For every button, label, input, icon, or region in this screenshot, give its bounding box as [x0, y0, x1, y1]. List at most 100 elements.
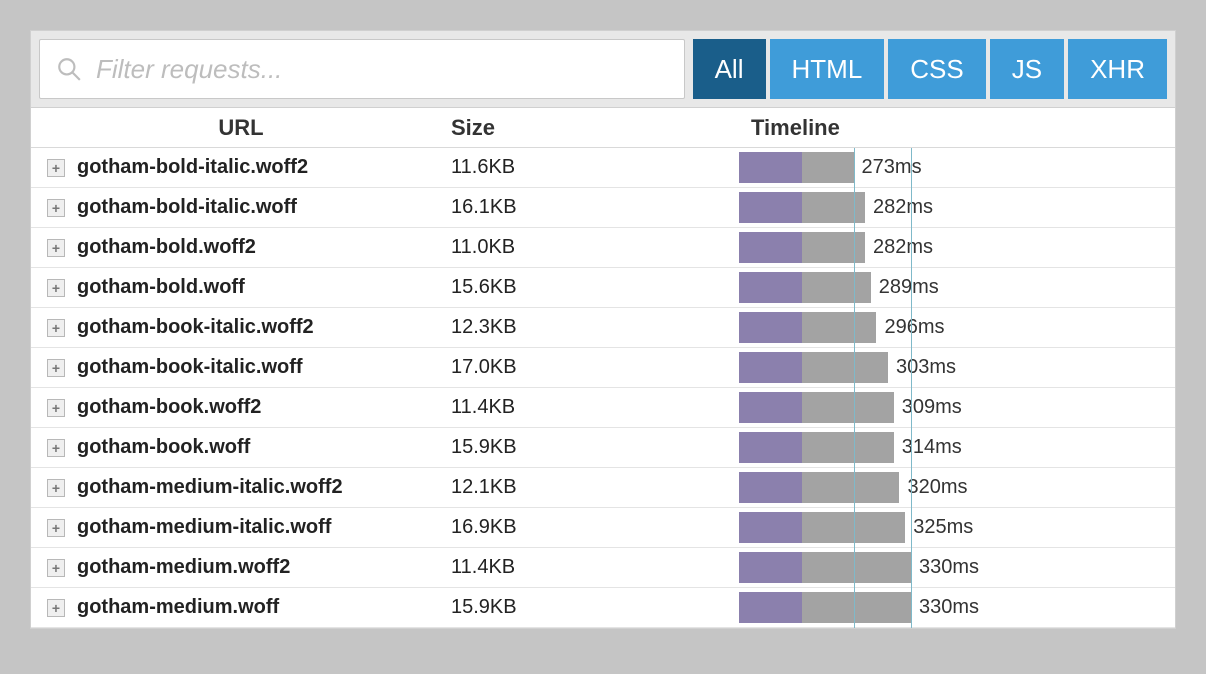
- cell-timeline: 320ms: [601, 468, 1175, 507]
- cell-url: + gotham-book-italic.woff: [31, 356, 451, 379]
- cell-timeline: 282ms: [601, 188, 1175, 227]
- table-row: +gotham-medium-italic.woff16.9KB325ms: [31, 508, 1175, 548]
- timing-bar: [739, 352, 888, 383]
- expand-toggle[interactable]: +: [47, 439, 65, 457]
- duration-label: 282ms: [873, 228, 933, 267]
- timing-bar: [739, 512, 905, 543]
- request-url: gotham-medium.woff: [77, 596, 279, 619]
- cell-size: 17.0KB: [451, 356, 601, 379]
- cell-url: + gotham-medium.woff2: [31, 556, 451, 579]
- table-row: + gotham-bold.woff2 11.0KB 282ms: [31, 228, 1175, 268]
- expand-toggle[interactable]: +: [47, 599, 65, 617]
- filter-tab-css[interactable]: CSS: [888, 39, 985, 99]
- expand-toggle[interactable]: +: [47, 279, 65, 297]
- expand-toggle[interactable]: +: [47, 399, 65, 417]
- request-url: gotham-book-italic.woff: [77, 356, 303, 379]
- table-row: + gotham-bold.woff 15.6KB 289ms: [31, 268, 1175, 308]
- col-header-url: URL: [31, 115, 451, 141]
- cell-url: + gotham-book-italic.woff2: [31, 316, 451, 339]
- duration-label: 314ms: [902, 428, 962, 467]
- table-row: +gotham-book.woff211.4KB309ms: [31, 388, 1175, 428]
- expand-toggle[interactable]: +: [47, 359, 65, 377]
- cell-timeline: 314ms: [601, 428, 1175, 467]
- request-grid: URL Size Timeline + gotham-bold-italic.wo…: [31, 108, 1175, 628]
- duration-label: 330ms: [919, 588, 979, 627]
- filter-input[interactable]: [96, 54, 668, 85]
- cell-timeline: 303ms: [601, 348, 1175, 387]
- filter-tab-html[interactable]: HTML: [770, 39, 885, 99]
- table-row: + gotham-medium.woff2 11.4KB 330ms: [31, 548, 1175, 588]
- cell-timeline: 309ms: [601, 388, 1175, 427]
- expand-toggle[interactable]: +: [47, 479, 65, 497]
- cell-url: + gotham-book.woff2: [31, 396, 451, 419]
- duration-label: 289ms: [879, 268, 939, 307]
- cell-url: + gotham-book.woff: [31, 436, 451, 459]
- expand-toggle[interactable]: +: [47, 519, 65, 537]
- table-row: + gotham-book-italic.woff 17.0KB303ms: [31, 348, 1175, 388]
- table-row: + gotham-bold-italic.woff 16.1KB 282ms: [31, 188, 1175, 228]
- expand-toggle[interactable]: +: [47, 239, 65, 257]
- timing-bar: [739, 312, 877, 343]
- table-row: + gotham-bold-italic.woff2 11.6KB 273ms: [31, 148, 1175, 188]
- cell-timeline: 296ms: [601, 308, 1175, 347]
- request-url: gotham-bold.woff: [77, 276, 245, 299]
- request-url: gotham-medium.woff2: [77, 556, 290, 579]
- timing-bar: [739, 592, 911, 623]
- duration-label: 330ms: [919, 548, 979, 587]
- duration-label: 273ms: [862, 148, 922, 187]
- search-field-wrap[interactable]: [39, 39, 685, 99]
- cell-size: 11.6KB: [451, 156, 601, 179]
- cell-timeline: 273ms: [601, 148, 1175, 187]
- duration-label: 296ms: [885, 308, 945, 347]
- filter-tab-all[interactable]: All: [693, 39, 766, 99]
- cell-size: 15.6KB: [451, 276, 601, 299]
- grid-body: +gotham-bold-italic.woff211.6KB273ms+got…: [31, 148, 1175, 628]
- timing-bar: [739, 392, 894, 423]
- cell-url: + gotham-bold.woff: [31, 276, 451, 299]
- cell-size: 11.4KB: [451, 556, 601, 579]
- timing-bar: [739, 232, 865, 263]
- cell-url: + gotham-medium-italic.woff: [31, 516, 451, 539]
- table-row: + gotham-book-italic.woff2 12.3KB 296ms: [31, 308, 1175, 348]
- filter-tab-js[interactable]: JS: [990, 39, 1064, 99]
- timing-bar: [739, 272, 871, 303]
- request-url: gotham-book-italic.woff2: [77, 316, 314, 339]
- request-url: gotham-bold-italic.woff2: [77, 156, 308, 179]
- duration-label: 282ms: [873, 188, 933, 227]
- expand-toggle[interactable]: +: [47, 559, 65, 577]
- cell-size: 16.1KB: [451, 196, 601, 219]
- cell-size: 11.0KB: [451, 236, 601, 259]
- timing-bar: [739, 152, 854, 183]
- request-url: gotham-book.woff: [77, 436, 250, 459]
- timing-bar: [739, 552, 911, 583]
- table-row: + gotham-book.woff 15.9KB 314ms: [31, 428, 1175, 468]
- cell-url: + gotham-bold.woff2: [31, 236, 451, 259]
- expand-toggle[interactable]: +: [47, 159, 65, 177]
- cell-size: 12.3KB: [451, 316, 601, 339]
- expand-toggle[interactable]: +: [47, 199, 65, 217]
- request-url: gotham-bold-italic.woff: [77, 196, 297, 219]
- cell-size: 12.1KB: [451, 476, 601, 499]
- expand-toggle[interactable]: +: [47, 319, 65, 337]
- filter-tab-xhr[interactable]: XHR: [1068, 39, 1167, 99]
- duration-label: 320ms: [907, 468, 967, 507]
- request-url: gotham-book.woff2: [77, 396, 261, 419]
- request-url: gotham-medium-italic.woff: [77, 516, 331, 539]
- table-row: +gotham-medium.woff15.9KB330ms: [31, 588, 1175, 628]
- cell-timeline: 289ms: [601, 268, 1175, 307]
- request-url: gotham-bold.woff2: [77, 236, 256, 259]
- search-icon: [56, 56, 82, 82]
- col-header-size: Size: [451, 115, 601, 141]
- cell-url: +gotham-medium-italic.woff2: [31, 476, 451, 499]
- timing-bar: [739, 432, 894, 463]
- toolbar: AllHTMLCSSJSXHR: [31, 31, 1175, 108]
- cell-url: + gotham-bold-italic.woff: [31, 196, 451, 219]
- table-row: +gotham-medium-italic.woff212.1KB 320ms: [31, 468, 1175, 508]
- network-panel: AllHTMLCSSJSXHR URL Size Timeline +gotha…: [30, 30, 1176, 629]
- timing-bar: [739, 472, 900, 503]
- cell-size: 16.9KB: [451, 516, 601, 539]
- cell-timeline: 330ms: [601, 548, 1175, 587]
- cell-timeline: 330ms: [601, 588, 1175, 627]
- grid-header: URL Size Timeline: [31, 108, 1175, 148]
- cell-size: 15.9KB: [451, 436, 601, 459]
